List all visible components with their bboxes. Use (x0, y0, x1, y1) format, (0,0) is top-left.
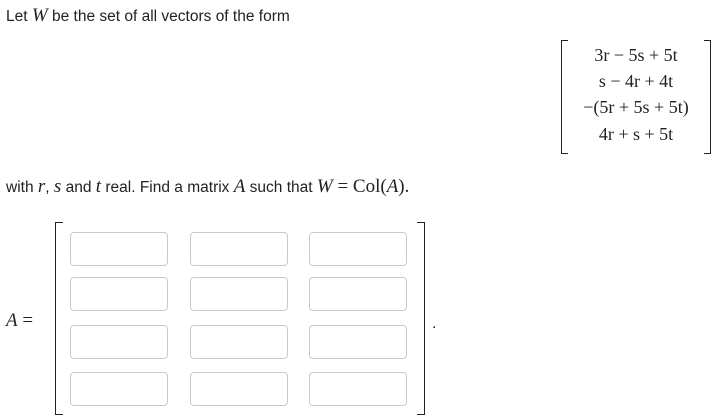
matrix-cell-r1-c3[interactable] (309, 232, 407, 266)
matrix-cell-r4-c3[interactable] (309, 372, 407, 406)
vector-row-2: s − 4r + 4t (598, 71, 674, 91)
text-find-matrix: real. Find a matrix (101, 179, 234, 196)
matrix-input-r2-c3[interactable] (310, 278, 406, 310)
matrix-cell-r3-c2[interactable] (190, 325, 288, 359)
var-W: W (31, 5, 48, 26)
matrix-input-r2-c2[interactable] (191, 278, 287, 310)
matrix-input-r4-c3[interactable] (310, 373, 406, 405)
text-set-description: be the set of all vectors of the form (47, 8, 290, 25)
matrix-cell-r1-c2[interactable] (190, 232, 288, 266)
question-text-line2: with r, s and t real. Find a matrix A su… (6, 176, 409, 198)
matrix-cell-r2-c2[interactable] (190, 277, 288, 311)
text-such-that: such that (245, 179, 317, 196)
right-bracket (417, 222, 425, 415)
text-and: and (61, 179, 96, 196)
matrix-input-r1-c2[interactable] (191, 233, 287, 265)
answer-matrix (55, 222, 425, 415)
matrix-input-r2-c1[interactable] (71, 278, 167, 310)
matrix-input-r1-c3[interactable] (310, 233, 406, 265)
equals-sign: = (332, 176, 353, 197)
matrix-cell-r4-c2[interactable] (190, 372, 288, 406)
var-W-2: W (316, 176, 333, 197)
matrix-cell-r4-c1[interactable] (70, 372, 168, 406)
matrix-cell-r2-c3[interactable] (309, 277, 407, 311)
matrix-cell-r1-c1[interactable] (70, 232, 168, 266)
matrix-input-r4-c1[interactable] (71, 373, 167, 405)
answer-equals: = (17, 310, 34, 331)
matrix-cell-r2-c1[interactable] (70, 277, 168, 311)
matrix-input-r1-c1[interactable] (71, 233, 167, 265)
close-paren: ). (398, 176, 410, 197)
matrix-input-r3-c2[interactable] (191, 326, 287, 358)
var-A-2: A (386, 176, 399, 197)
left-bracket (55, 222, 63, 415)
vector-row-4: 4r + s + 5t (598, 124, 674, 144)
matrix-cell-r3-c3[interactable] (309, 325, 407, 359)
text-with: with (6, 179, 38, 196)
matrix-cell-r3-c1[interactable] (70, 325, 168, 359)
period: . (432, 315, 437, 332)
vector-form-matrix: 3r − 5s + 5t s − 4r + 4t −(5r + 5s + 5t)… (561, 40, 711, 154)
vector-row-3: −(5r + 5s + 5t) (583, 97, 689, 117)
var-A: A (233, 176, 246, 197)
vector-row-1: 3r − 5s + 5t (594, 45, 678, 65)
matrix-input-r4-c2[interactable] (191, 373, 287, 405)
text-comma: , (45, 179, 54, 196)
answer-label: A = (6, 310, 33, 332)
answer-var-A: A (6, 310, 18, 331)
col-function: Col( (352, 176, 387, 197)
matrix-input-r3-c1[interactable] (71, 326, 167, 358)
matrix-input-r3-c3[interactable] (310, 326, 406, 358)
question-text-line1: Let W be the set of all vectors of the f… (6, 5, 290, 27)
text-let: Let (6, 8, 32, 25)
